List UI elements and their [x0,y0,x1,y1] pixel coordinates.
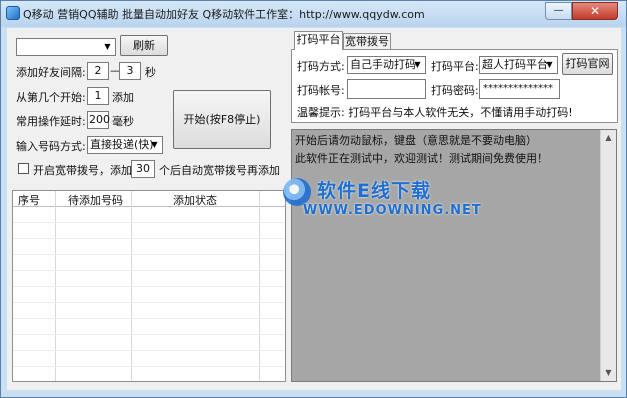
chevron-down-icon: ▼ [151,140,158,149]
grid-header: 序号 待添加号码 添加状态 [13,191,285,207]
chevron-down-icon: ▼ [414,60,421,69]
start-from-suffix: 添加 [112,91,134,104]
grid-col-number: 待添加号码 [68,194,123,207]
grid-row-line [13,366,285,367]
window-title: Q移动 营销QQ辅助 批量自动加好友 Q移动软件工作室：http://www.q… [23,8,425,21]
captcha-method-label: 打码方式: [297,60,345,73]
interval-label: 添加好友间隔: [16,66,86,79]
captcha-method-select[interactable]: 自己手动打码 ▼ [347,56,426,74]
grid-row-line [13,286,285,287]
broadband-checkbox-label: 开启宽带拨号，添加: [33,164,136,177]
log-scrollbar[interactable]: ▲ ▼ [600,130,616,381]
broadband-count-input[interactable]: 30 [131,160,155,178]
grid-row-line [13,222,285,223]
captcha-account-input[interactable] [347,79,426,99]
captcha-platform-select[interactable]: 超人打码平台 ▼ [479,56,558,74]
tab-broadband[interactable]: 宽带拨号 [343,33,391,50]
input-mode-label: 输入号码方式: [16,140,86,153]
grid-row-line [13,238,285,239]
title-bar[interactable]: Q移动 营销QQ辅助 批量自动加好友 Q移动软件工作室：http://www.q… [1,1,626,27]
grid-row-line [13,350,285,351]
captcha-panel: 打码方式: 自己手动打码 ▼ 打码平台: 超人打码平台 ▼ 打码官网 打码帐号:… [291,49,618,123]
log-line: 此软件正在测试中，欢迎测试！测试期间免费使用！ [295,152,548,165]
captcha-official-site-button[interactable]: 打码官网 [562,53,613,75]
chevron-down-icon: ▼ [546,60,553,69]
delay-label: 常用操作延时: [16,115,86,128]
captcha-tip: 温馨提示: 打码平台与本人软件无关，不懂请用手动打码! [297,106,573,119]
start-button[interactable]: 开始(按F8停止) [173,90,271,149]
number-grid[interactable]: 序号 待添加号码 添加状态 [12,190,286,382]
chevron-down-icon: ▼ [104,42,111,51]
close-button[interactable]: ✕ [572,2,618,20]
delay-input[interactable]: 200 [87,111,110,129]
interval-max-input[interactable]: 3 [119,62,141,80]
refresh-button[interactable]: 刷新 [120,35,168,56]
grid-row-line [13,270,285,271]
account-select[interactable]: ▼ [16,38,116,56]
scroll-up-icon[interactable]: ▲ [601,130,616,146]
app-window: Q移动 营销QQ辅助 批量自动加好友 Q移动软件工作室：http://www.q… [0,0,627,398]
tab-captcha-platform[interactable]: 打码平台 [294,31,343,50]
interval-unit: 秒 [145,66,156,79]
log-line: 开始后请勿动鼠标，键盘（意思就是不要动电脑） [295,134,537,147]
grid-row-line [13,318,285,319]
captcha-account-label: 打码帐号: [297,84,345,97]
grid-row-line [13,302,285,303]
interval-min-input[interactable]: 2 [87,62,109,80]
scroll-down-icon[interactable]: ▼ [601,365,616,381]
grid-col-status: 添加状态 [173,194,217,207]
input-mode-select[interactable]: 直接投递(快) ▼ [87,136,163,154]
captcha-password-input[interactable]: ************** [479,79,560,99]
grid-row-line [13,334,285,335]
start-from-input[interactable]: 1 [87,87,109,105]
input-mode-value: 直接投递(快) [90,138,154,151]
grid-row-line [13,254,285,255]
broadband-suffix: 个后自动宽带拨号再添加 [159,164,280,177]
log-panel[interactable]: 开始后请勿动鼠标，键盘（意思就是不要动电脑） 此软件正在测试中，欢迎测试！测试期… [291,129,617,382]
delay-unit: 毫秒 [112,115,134,128]
captcha-password-label: 打码密码: [431,84,479,97]
captcha-platform-label: 打码平台: [431,60,479,73]
broadband-checkbox[interactable] [18,163,29,174]
app-icon [6,6,20,20]
minimize-button[interactable]: — [545,2,572,20]
captcha-platform-value: 超人打码平台 [482,58,548,71]
start-from-label: 从第几个开始: [16,91,86,104]
client-area: ▼ 刷新 添加好友间隔: 2 — 3 秒 从第几个开始: 1 添加 常用操作延时… [7,28,621,390]
captcha-method-value: 自己手动打码 [350,58,416,71]
grid-col-index: 序号 [18,194,40,207]
